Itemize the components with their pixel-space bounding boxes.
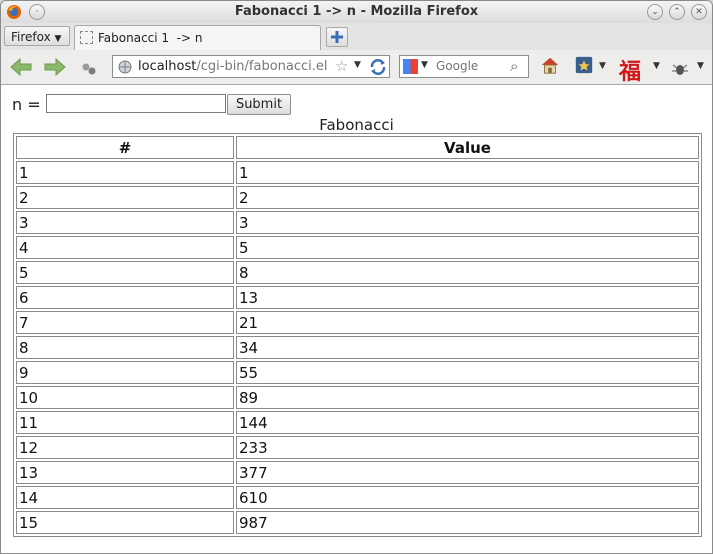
- page-content: n = Submit Fabonacci # Value 11223345586…: [1, 85, 712, 553]
- cell-index: 12: [16, 436, 234, 459]
- cell-index: 14: [16, 486, 234, 509]
- bookmark-star-icon[interactable]: ☆: [335, 57, 348, 75]
- table-row: 58: [16, 261, 699, 284]
- search-icon[interactable]: ⌕: [510, 57, 518, 75]
- cell-value: 1: [236, 161, 699, 184]
- table-row: 6 13: [16, 286, 699, 309]
- navigation-toolbar: localhost/cgi-bin/fabonacci.el ☆ ▼ ▼ ⌕ ▼…: [1, 50, 712, 85]
- tab-fabonacci[interactable]: Fabonacci 1 -> n: [74, 25, 321, 50]
- cell-index: 1: [16, 161, 234, 184]
- table-row: 7 21: [16, 311, 699, 334]
- dropdown-arrow-icon[interactable]: ▼: [599, 61, 606, 71]
- firefox-menu-label: Firefox: [11, 30, 51, 44]
- history-icon[interactable]: [81, 59, 97, 79]
- title-bar[interactable]: · Fabonacci 1 -> n - Mozilla Firefox ⌄ ⌃…: [1, 1, 712, 24]
- table-body: 1 1 2 2 3 3 4 5 5 8 6 13 7 21 8 34 9 55 10 89 11 144 12 233 13 37…: [16, 161, 699, 534]
- cell-value: 233: [236, 436, 699, 459]
- search-bar[interactable]: ▼ ⌕: [399, 55, 529, 78]
- cell-index: 6: [16, 286, 234, 309]
- cell-index: 5: [16, 261, 234, 284]
- cell-index: 2: [16, 186, 234, 209]
- dropdown-arrow-icon[interactable]: ▼: [421, 60, 428, 70]
- maximize-icon[interactable]: ⌃: [669, 4, 685, 20]
- table-row: 12 233: [16, 436, 699, 459]
- tab-bar: Firefox ▼ Fabonacci 1 -> n: [1, 23, 712, 51]
- cell-index: 4: [16, 236, 234, 259]
- google-engine-icon[interactable]: [403, 59, 418, 74]
- url-bar[interactable]: localhost/cgi-bin/fabonacci.el ☆ ▼: [112, 55, 390, 78]
- cell-value: 21: [236, 311, 699, 334]
- cell-index: 7: [16, 311, 234, 334]
- table-row: 14 610: [16, 486, 699, 509]
- column-header-value: Value: [236, 136, 699, 159]
- dropdown-arrow-icon[interactable]: ▼: [354, 60, 361, 70]
- table-row: 10 89: [16, 386, 699, 409]
- close-icon[interactable]: ✕: [691, 4, 707, 20]
- cell-value: 377: [236, 461, 699, 484]
- cell-value: 13: [236, 286, 699, 309]
- dropdown-arrow-icon: ▼: [54, 34, 62, 44]
- dropdown-arrow-icon[interactable]: ▼: [697, 61, 704, 71]
- cell-index: 8: [16, 336, 234, 359]
- cell-value: 2: [236, 186, 699, 209]
- cell-value: 3: [236, 211, 699, 234]
- n-input[interactable]: [46, 94, 226, 113]
- cell-value: 610: [236, 486, 699, 509]
- search-input[interactable]: [436, 58, 508, 74]
- cell-value: 8: [236, 261, 699, 284]
- home-icon[interactable]: [539, 55, 561, 75]
- cell-value: 144: [236, 411, 699, 434]
- cell-index: 10: [16, 386, 234, 409]
- n-label: n =: [12, 95, 41, 114]
- table-row: 11: [16, 161, 699, 184]
- bookmarks-icon[interactable]: [573, 55, 595, 75]
- table-row: 11 144: [16, 411, 699, 434]
- reload-icon[interactable]: [369, 58, 387, 76]
- cell-value: 55: [236, 361, 699, 384]
- cell-index: 9: [16, 361, 234, 384]
- cell-index: 13: [16, 461, 234, 484]
- table-header-row: # Value: [16, 136, 699, 159]
- url-path: /cgi-bin/fabonacci.el: [196, 59, 328, 74]
- url-text: localhost/cgi-bin/fabonacci.el: [138, 59, 328, 74]
- submit-button[interactable]: Submit: [227, 94, 291, 115]
- globe-icon: [118, 60, 132, 74]
- table-row: 8 34: [16, 336, 699, 359]
- table-row: 33: [16, 211, 699, 234]
- window-title: Fabonacci 1 -> n - Mozilla Firefox: [234, 4, 479, 19]
- tab-label: Fabonacci 1 -> n: [98, 31, 203, 45]
- table-row: 13 377: [16, 461, 699, 484]
- table-row: 9 55: [16, 361, 699, 384]
- url-host: localhost: [138, 59, 197, 74]
- browser-window: · Fabonacci 1 -> n - Mozilla Firefox ⌄ ⌃…: [0, 0, 713, 554]
- cell-index: 3: [16, 211, 234, 234]
- fortune-icon[interactable]: 福: [619, 54, 641, 86]
- fibonacci-table: # Value 1 1 2 2 3 3 4 5 5 8 6 13 7 21 8 34 9 55 10 89 11 144 1…: [13, 133, 702, 537]
- dropdown-arrow-icon[interactable]: ▼: [653, 61, 660, 71]
- cell-value: 987: [236, 511, 699, 534]
- plus-icon: [331, 31, 343, 43]
- table-row: 22: [16, 186, 699, 209]
- cell-index: 15: [16, 511, 234, 534]
- bug-icon[interactable]: [671, 59, 689, 79]
- cell-value: 34: [236, 336, 699, 359]
- new-tab-button[interactable]: [326, 27, 348, 47]
- blank-page-icon: [80, 31, 93, 44]
- table-row: 15 987: [16, 511, 699, 534]
- cell-value: 5: [236, 236, 699, 259]
- back-arrow-icon[interactable]: [9, 57, 33, 77]
- table-row: 45: [16, 236, 699, 259]
- cell-index: 11: [16, 411, 234, 434]
- minimize-icon[interactable]: ⌄: [647, 4, 663, 20]
- firefox-menu-button[interactable]: Firefox ▼: [4, 26, 70, 46]
- column-header-index: #: [16, 136, 234, 159]
- forward-arrow-icon[interactable]: [43, 57, 67, 77]
- table-caption: Fabonacci: [319, 116, 394, 134]
- cell-value: 89: [236, 386, 699, 409]
